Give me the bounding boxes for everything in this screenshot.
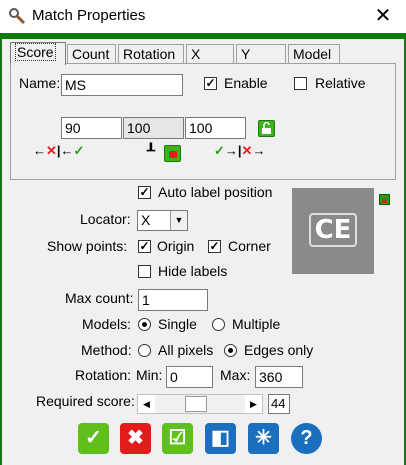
all-pixels-radio[interactable] [138, 344, 151, 357]
window-title: Match Properties [32, 7, 146, 24]
match-tool-icon [9, 8, 26, 25]
rotation-label: Rotation: [75, 367, 132, 383]
rotation-max-label: Max: [220, 367, 251, 383]
scroll-left-icon[interactable]: ◀ [138, 395, 155, 413]
mid-marker-icon: ┸ [147, 143, 155, 158]
lock-icon[interactable] [258, 120, 275, 137]
max-count-input[interactable]: 1 [138, 289, 208, 311]
max-count-label: Max count: [65, 290, 134, 306]
single-label: Single [158, 316, 197, 332]
corner-checkbox[interactable]: ✓ [208, 240, 221, 253]
locator-select[interactable]: X ▼ [137, 210, 188, 231]
high-threshold-input[interactable]: 100 [185, 117, 246, 139]
rotation-min-input[interactable]: 0 [166, 366, 213, 388]
relative-label: Relative [315, 75, 366, 91]
tab-model[interactable]: Model [288, 44, 340, 64]
chevron-down-icon: ▼ [170, 211, 187, 230]
tab-score[interactable]: Score [10, 42, 66, 65]
score-panel: Name: MS ✓ Enable Relative 90 100 100 ←✕… [10, 63, 396, 180]
tab-x[interactable]: X [186, 44, 234, 64]
enable-label: Enable [224, 75, 268, 91]
high-bound-icons[interactable]: ✓→|✕→ [214, 143, 265, 159]
cancel-button[interactable]: ✖ [120, 423, 151, 454]
ok-button[interactable]: ✓ [78, 423, 109, 454]
mid-threshold-input: 100 [123, 117, 184, 139]
edges-only-label: Edges only [244, 342, 314, 358]
tab-count[interactable]: Count [67, 44, 116, 64]
close-button[interactable]: ✕ [360, 0, 406, 33]
relative-checkbox[interactable] [294, 77, 307, 90]
auto-label-label: Auto label position [158, 184, 273, 200]
apply-button[interactable]: ☑ [162, 423, 193, 454]
slider-thumb[interactable] [185, 396, 207, 412]
all-pixels-label: All pixels [158, 342, 214, 358]
origin-label: Origin [157, 238, 195, 254]
auto-label-checkbox[interactable]: ✓ [138, 186, 151, 199]
model-preview: CE [292, 188, 374, 274]
low-threshold-input[interactable]: 90 [61, 117, 122, 139]
help-button[interactable]: ? [291, 423, 322, 454]
x-icon: ✖ [127, 427, 144, 449]
origin-checkbox[interactable]: ✓ [138, 240, 151, 253]
preview-lock-icon[interactable] [379, 194, 390, 205]
required-score-slider[interactable]: ◀ ▶ [137, 394, 263, 414]
rotation-min-label: Min: [136, 367, 163, 383]
toggle-view-button[interactable]: ◧ [205, 423, 236, 454]
low-bound-icons[interactable]: ←✕|←✓ [33, 143, 84, 159]
sparkle-icon: ✳ [255, 427, 272, 449]
edges-only-radio[interactable] [224, 344, 237, 357]
single-radio[interactable] [138, 318, 151, 331]
locator-label: Locator: [80, 211, 131, 227]
show-points-label: Show points: [47, 238, 128, 254]
hide-labels-checkbox[interactable] [138, 265, 151, 278]
title-bar: Match Properties ✕ [0, 0, 406, 33]
required-score-label: Required score: [36, 393, 135, 409]
checkmark-icon: ✓ [85, 427, 102, 449]
required-score-value[interactable]: 44 [268, 394, 290, 414]
corner-label: Corner [228, 238, 271, 254]
enable-checkbox[interactable]: ✓ [204, 77, 217, 90]
name-input[interactable]: MS [61, 74, 183, 96]
multiple-label: Multiple [232, 316, 281, 332]
method-label: Method: [81, 342, 132, 358]
light-button[interactable]: ✳ [248, 423, 279, 454]
tab-rotation[interactable]: Rotation [118, 44, 184, 64]
window-edge [0, 33, 406, 39]
rotation-max-input[interactable]: 360 [255, 366, 303, 388]
hide-labels-label: Hide labels [158, 263, 228, 279]
models-label: Models: [82, 316, 132, 332]
name-label: Name: [19, 75, 61, 91]
check-box-icon: ☑ [168, 427, 187, 449]
question-icon: ? [300, 427, 313, 449]
tab-y[interactable]: Y [236, 44, 286, 64]
half-square-icon: ◧ [211, 427, 230, 449]
scroll-right-icon[interactable]: ▶ [245, 395, 262, 413]
mid-lock-icon[interactable] [164, 145, 181, 162]
ce-symbol: CE [309, 213, 357, 247]
multiple-radio[interactable] [212, 318, 225, 331]
